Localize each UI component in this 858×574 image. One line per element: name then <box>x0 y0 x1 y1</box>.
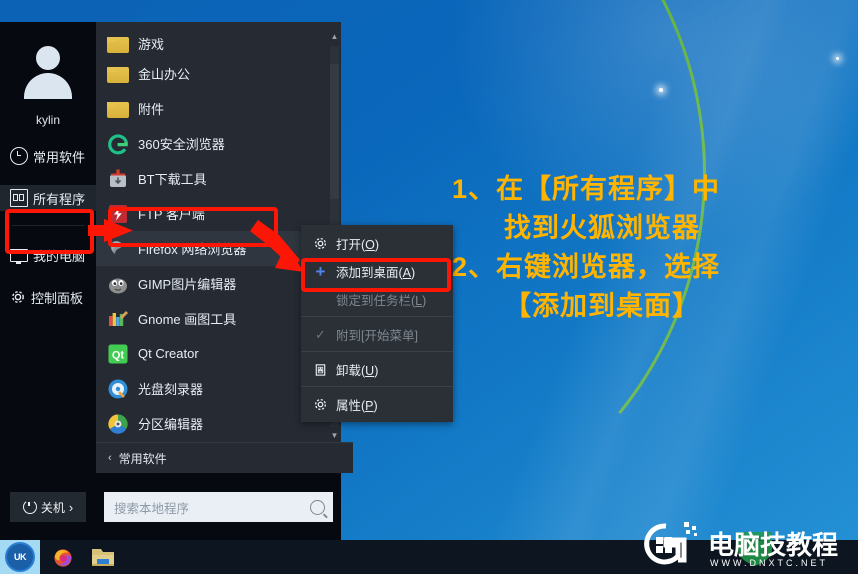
context-menu-item-uninstall[interactable]: 卸载(U) <box>301 355 453 383</box>
list-item[interactable]: 游戏 <box>96 30 341 56</box>
qt-creator-icon: Qt <box>107 343 129 365</box>
gnome-paint-icon <box>107 308 129 330</box>
search-input[interactable]: 搜索本地程序 <box>104 492 333 522</box>
taskbar-item-firefox[interactable] <box>52 546 74 568</box>
shutdown-label: 关机 <box>40 500 65 515</box>
app-list-back-label: 常用软件 <box>118 451 167 466</box>
context-menu-separator <box>301 386 453 387</box>
context-menu-item-pin-to-start: ✓ 附到[开始菜单] <box>301 320 453 348</box>
watermark-text: 电脑技教程 <box>708 530 838 560</box>
start-button[interactable]: UK <box>0 540 40 574</box>
search-icon[interactable] <box>310 499 325 515</box>
scrollbar-thumb[interactable] <box>330 64 339 199</box>
list-item-label: BT下载工具 <box>138 172 207 187</box>
partition-editor-icon <box>107 413 129 435</box>
user-block: kylin <box>0 22 96 127</box>
list-item[interactable]: BT下载工具 <box>96 161 341 196</box>
context-menu-item-label: 卸载(U) <box>336 363 379 378</box>
context-menu-item-properties[interactable]: 属性(P) <box>301 390 453 418</box>
app-list-back-button[interactable]: ‹ 常用软件 <box>96 442 353 473</box>
context-menu-item-label: 属性(P) <box>336 398 378 413</box>
list-item-label: 金山办公 <box>138 67 191 82</box>
annotation-line-3: 2、右键浏览器，选择 <box>452 252 721 282</box>
sidebar-item-label: 常用软件 <box>33 149 86 165</box>
search-placeholder: 搜索本地程序 <box>114 501 190 516</box>
svg-text:Qt: Qt <box>112 349 125 361</box>
wallpaper-sparkle <box>659 88 663 92</box>
clock-icon <box>10 147 28 165</box>
dnxtc-logo-icon <box>644 522 697 565</box>
list-item[interactable]: 金山办公 <box>96 56 341 91</box>
context-menu-separator <box>301 316 453 317</box>
list-item-label: Gnome 画图工具 <box>138 312 237 327</box>
power-icon <box>22 498 37 514</box>
context-menu-separator <box>301 351 453 352</box>
taskbar-item-file-manager[interactable] <box>90 546 116 568</box>
annotation-line-4: 【添加到桌面】 <box>504 291 700 321</box>
user-avatar-icon[interactable] <box>17 44 79 106</box>
user-name: kylin <box>35 113 60 127</box>
list-item-label: 游戏 <box>138 36 165 52</box>
check-icon: ✓ <box>315 326 326 342</box>
annotation-line-2: 找到火狐浏览器 <box>504 213 700 243</box>
list-item[interactable]: 附件 <box>96 91 341 126</box>
ukylin-start-icon: UK <box>5 542 35 572</box>
shutdown-button[interactable]: 关机 › <box>10 492 86 522</box>
gear-icon <box>313 397 328 412</box>
folder-icon <box>107 36 129 53</box>
uninstall-icon <box>313 362 328 377</box>
chevron-left-icon: ‹ <box>108 452 112 464</box>
start-button-label: UK <box>14 552 27 562</box>
list-item-label: 光盘刻录器 <box>138 382 204 397</box>
list-item[interactable]: 360安全浏览器 <box>96 126 341 161</box>
marker-arrows <box>88 219 304 272</box>
list-item-label: Qt Creator <box>138 346 199 361</box>
watermark: 电脑技教程 WWW.DNXTC.NET <box>644 522 838 568</box>
list-item-label: 附件 <box>138 102 165 117</box>
taskbar: UK 电脑技教程 WWW.DNXTC.NET <box>0 522 858 574</box>
disc-burner-icon <box>107 378 129 400</box>
wallpaper-sparkle <box>836 57 839 60</box>
list-item-label: 360安全浏览器 <box>138 137 225 152</box>
annotation-instructions: 1、在【所有程序】中 找到火狐浏览器 2、右键浏览器，选择 【添加到桌面】 <box>452 170 848 326</box>
bt-download-icon <box>107 168 129 190</box>
scroll-down-icon[interactable]: ▼ <box>328 429 341 443</box>
watermark-url: WWW.DNXTC.NET <box>710 558 828 568</box>
sidebar-item-common-software[interactable]: 常用软件 <box>0 143 96 169</box>
scroll-up-icon[interactable]: ▲ <box>328 30 341 44</box>
360-browser-icon <box>107 133 129 155</box>
folder-icon <box>107 102 129 118</box>
list-item-label: 分区编辑器 <box>138 417 204 432</box>
annotation-line-1: 1、在【所有程序】中 <box>452 174 721 204</box>
chevron-right-icon[interactable]: › <box>69 500 73 515</box>
context-menu-item-label: 附到[开始菜单] <box>336 328 418 343</box>
folder-icon <box>107 67 129 83</box>
